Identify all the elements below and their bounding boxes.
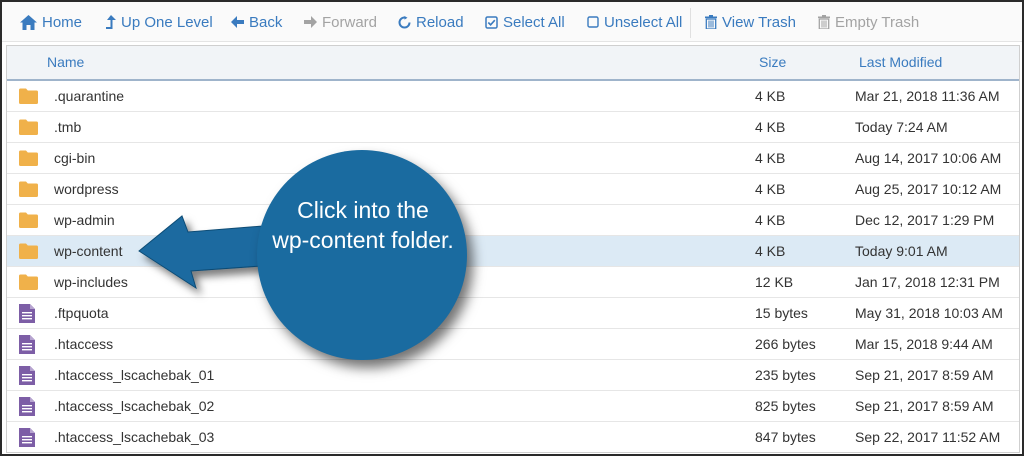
view-trash-button[interactable]: View Trash bbox=[705, 2, 796, 42]
back-label: Back bbox=[249, 13, 283, 31]
arrow-left-icon bbox=[231, 16, 244, 28]
file-name[interactable]: cgi-bin bbox=[54, 143, 95, 174]
file-size: 12 KB bbox=[755, 274, 794, 290]
file-size: 266 bytes bbox=[755, 336, 816, 352]
view-trash-label: View Trash bbox=[722, 13, 796, 31]
file-row[interactable]: .htaccess 266 bytes Mar 15, 2018 9:44 AM bbox=[7, 329, 1019, 360]
file-name[interactable]: .htaccess_lscachebak_02 bbox=[54, 391, 214, 422]
folder-row[interactable]: wordpress 4 KB Aug 25, 2017 10:12 AM bbox=[7, 174, 1019, 205]
file-size: 4 KB bbox=[755, 88, 786, 104]
refresh-icon bbox=[398, 15, 411, 28]
toolbar-divider bbox=[690, 8, 691, 38]
file-last-modified: Today 9:01 AM bbox=[855, 243, 948, 259]
back-button[interactable]: Back bbox=[231, 2, 282, 42]
forward-button[interactable]: Forward bbox=[304, 2, 377, 42]
file-size: 15 bytes bbox=[755, 305, 808, 321]
folder-row[interactable]: .tmb 4 KB Today 7:24 AM bbox=[7, 112, 1019, 143]
file-last-modified: Sep 21, 2017 8:59 AM bbox=[855, 398, 994, 414]
column-header-size[interactable]: Size bbox=[759, 46, 786, 79]
folder-icon bbox=[19, 149, 38, 171]
folder-icon bbox=[19, 180, 38, 202]
up-one-level-button[interactable]: Up One Level bbox=[106, 2, 213, 42]
file-name[interactable]: wordpress bbox=[54, 174, 119, 205]
select-all-label: Select All bbox=[503, 13, 565, 31]
empty-trash-label: Empty Trash bbox=[835, 13, 920, 31]
file-name[interactable]: wp-includes bbox=[54, 267, 128, 298]
file-size: 4 KB bbox=[755, 119, 786, 135]
folder-icon bbox=[19, 273, 38, 295]
file-last-modified: Aug 14, 2017 10:06 AM bbox=[855, 150, 1002, 166]
folder-icon bbox=[19, 118, 38, 140]
file-table: Name Size Last Modified .quarantine 4 KB M… bbox=[6, 45, 1020, 453]
file-icon bbox=[19, 335, 35, 359]
file-row[interactable]: .ftpquota 15 bytes May 31, 2018 10:03 AM bbox=[7, 298, 1019, 329]
reload-label: Reload bbox=[416, 13, 464, 31]
file-row[interactable]: .htaccess_lscachebak_02 825 bytes Sep 21, … bbox=[7, 391, 1019, 422]
checkbox-checked-icon bbox=[485, 15, 498, 29]
file-last-modified: Mar 15, 2018 9:44 AM bbox=[855, 336, 993, 352]
file-size: 847 bytes bbox=[755, 429, 816, 445]
column-header-name[interactable]: Name bbox=[47, 46, 84, 79]
file-size: 825 bytes bbox=[755, 398, 816, 414]
file-icon bbox=[19, 366, 35, 390]
file-size: 4 KB bbox=[755, 181, 786, 197]
file-last-modified: Today 7:24 AM bbox=[855, 119, 948, 135]
folder-row[interactable]: cgi-bin 4 KB Aug 14, 2017 10:06 AM bbox=[7, 143, 1019, 174]
home-icon bbox=[20, 14, 37, 30]
level-up-icon bbox=[106, 15, 116, 29]
callout-line-1: Click into the bbox=[297, 197, 429, 223]
callout-line-2: wp-content folder. bbox=[272, 227, 454, 253]
folder-icon bbox=[19, 211, 38, 233]
up-one-level-label: Up One Level bbox=[121, 13, 213, 31]
folder-icon bbox=[19, 242, 38, 264]
file-name[interactable]: .htaccess bbox=[54, 329, 113, 360]
file-last-modified: Dec 12, 2017 1:29 PM bbox=[855, 212, 995, 228]
file-size: 4 KB bbox=[755, 243, 786, 259]
callout-text: Click into the wp-content folder. bbox=[257, 195, 469, 255]
forward-label: Forward bbox=[322, 13, 378, 31]
file-name[interactable]: .tmb bbox=[54, 112, 81, 143]
file-row[interactable]: .htaccess_lscachebak_03 847 bytes Sep 22, … bbox=[7, 422, 1019, 452]
file-size: 235 bytes bbox=[755, 367, 816, 383]
home-label: Home bbox=[42, 13, 83, 31]
file-name[interactable]: .htaccess_lscachebak_01 bbox=[54, 360, 214, 391]
file-size: 4 KB bbox=[755, 150, 786, 166]
file-icon bbox=[19, 428, 35, 452]
file-size: 4 KB bbox=[755, 212, 786, 228]
file-last-modified: Mar 21, 2018 11:36 AM bbox=[855, 88, 1000, 104]
reload-button[interactable]: Reload bbox=[398, 2, 464, 42]
unselect-all-button[interactable]: Unselect All bbox=[587, 2, 682, 42]
folder-row[interactable]: wp-admin 4 KB Dec 12, 2017 1:29 PM bbox=[7, 205, 1019, 236]
file-last-modified: May 31, 2018 10:03 AM bbox=[855, 305, 1003, 321]
file-last-modified: Aug 25, 2017 10:12 AM bbox=[855, 181, 1002, 197]
checkbox-empty-icon bbox=[587, 16, 599, 28]
file-name[interactable]: .ftpquota bbox=[54, 298, 109, 329]
file-last-modified: Sep 21, 2017 8:59 AM bbox=[855, 367, 994, 383]
file-row[interactable]: .htaccess_lscachebak_01 235 bytes Sep 21, … bbox=[7, 360, 1019, 391]
folder-row[interactable]: wp-includes 12 KB Jan 17, 2018 12:31 PM bbox=[7, 267, 1019, 298]
file-icon bbox=[19, 397, 35, 421]
trash-icon bbox=[818, 15, 830, 29]
select-all-button[interactable]: Select All bbox=[485, 2, 565, 42]
trash-icon bbox=[705, 15, 717, 29]
unselect-all-label: Unselect All bbox=[604, 13, 683, 31]
file-last-modified: Sep 22, 2017 11:52 AM bbox=[855, 429, 1001, 445]
toolbar: Home Up One Level Back Forward Reload Se… bbox=[2, 2, 1022, 42]
file-name[interactable]: .quarantine bbox=[54, 81, 124, 112]
file-name[interactable]: wp-admin bbox=[54, 205, 115, 236]
file-name[interactable]: .htaccess_lscachebak_03 bbox=[54, 422, 214, 452]
folder-icon bbox=[19, 87, 38, 109]
file-icon bbox=[19, 304, 35, 328]
folder-row[interactable]: .quarantine 4 KB Mar 21, 2018 11:36 AM bbox=[7, 81, 1019, 112]
file-last-modified: Jan 17, 2018 12:31 PM bbox=[855, 274, 1000, 290]
table-header: Name Size Last Modified bbox=[7, 46, 1019, 81]
column-header-last-modified[interactable]: Last Modified bbox=[859, 46, 942, 79]
home-button[interactable]: Home bbox=[20, 2, 82, 42]
arrow-right-icon bbox=[304, 16, 317, 28]
folder-row[interactable]: wp-content 4 KB Today 9:01 AM bbox=[7, 236, 1019, 267]
empty-trash-button[interactable]: Empty Trash bbox=[818, 2, 919, 42]
callout-bubble bbox=[257, 150, 467, 360]
file-name[interactable]: wp-content bbox=[54, 236, 122, 267]
